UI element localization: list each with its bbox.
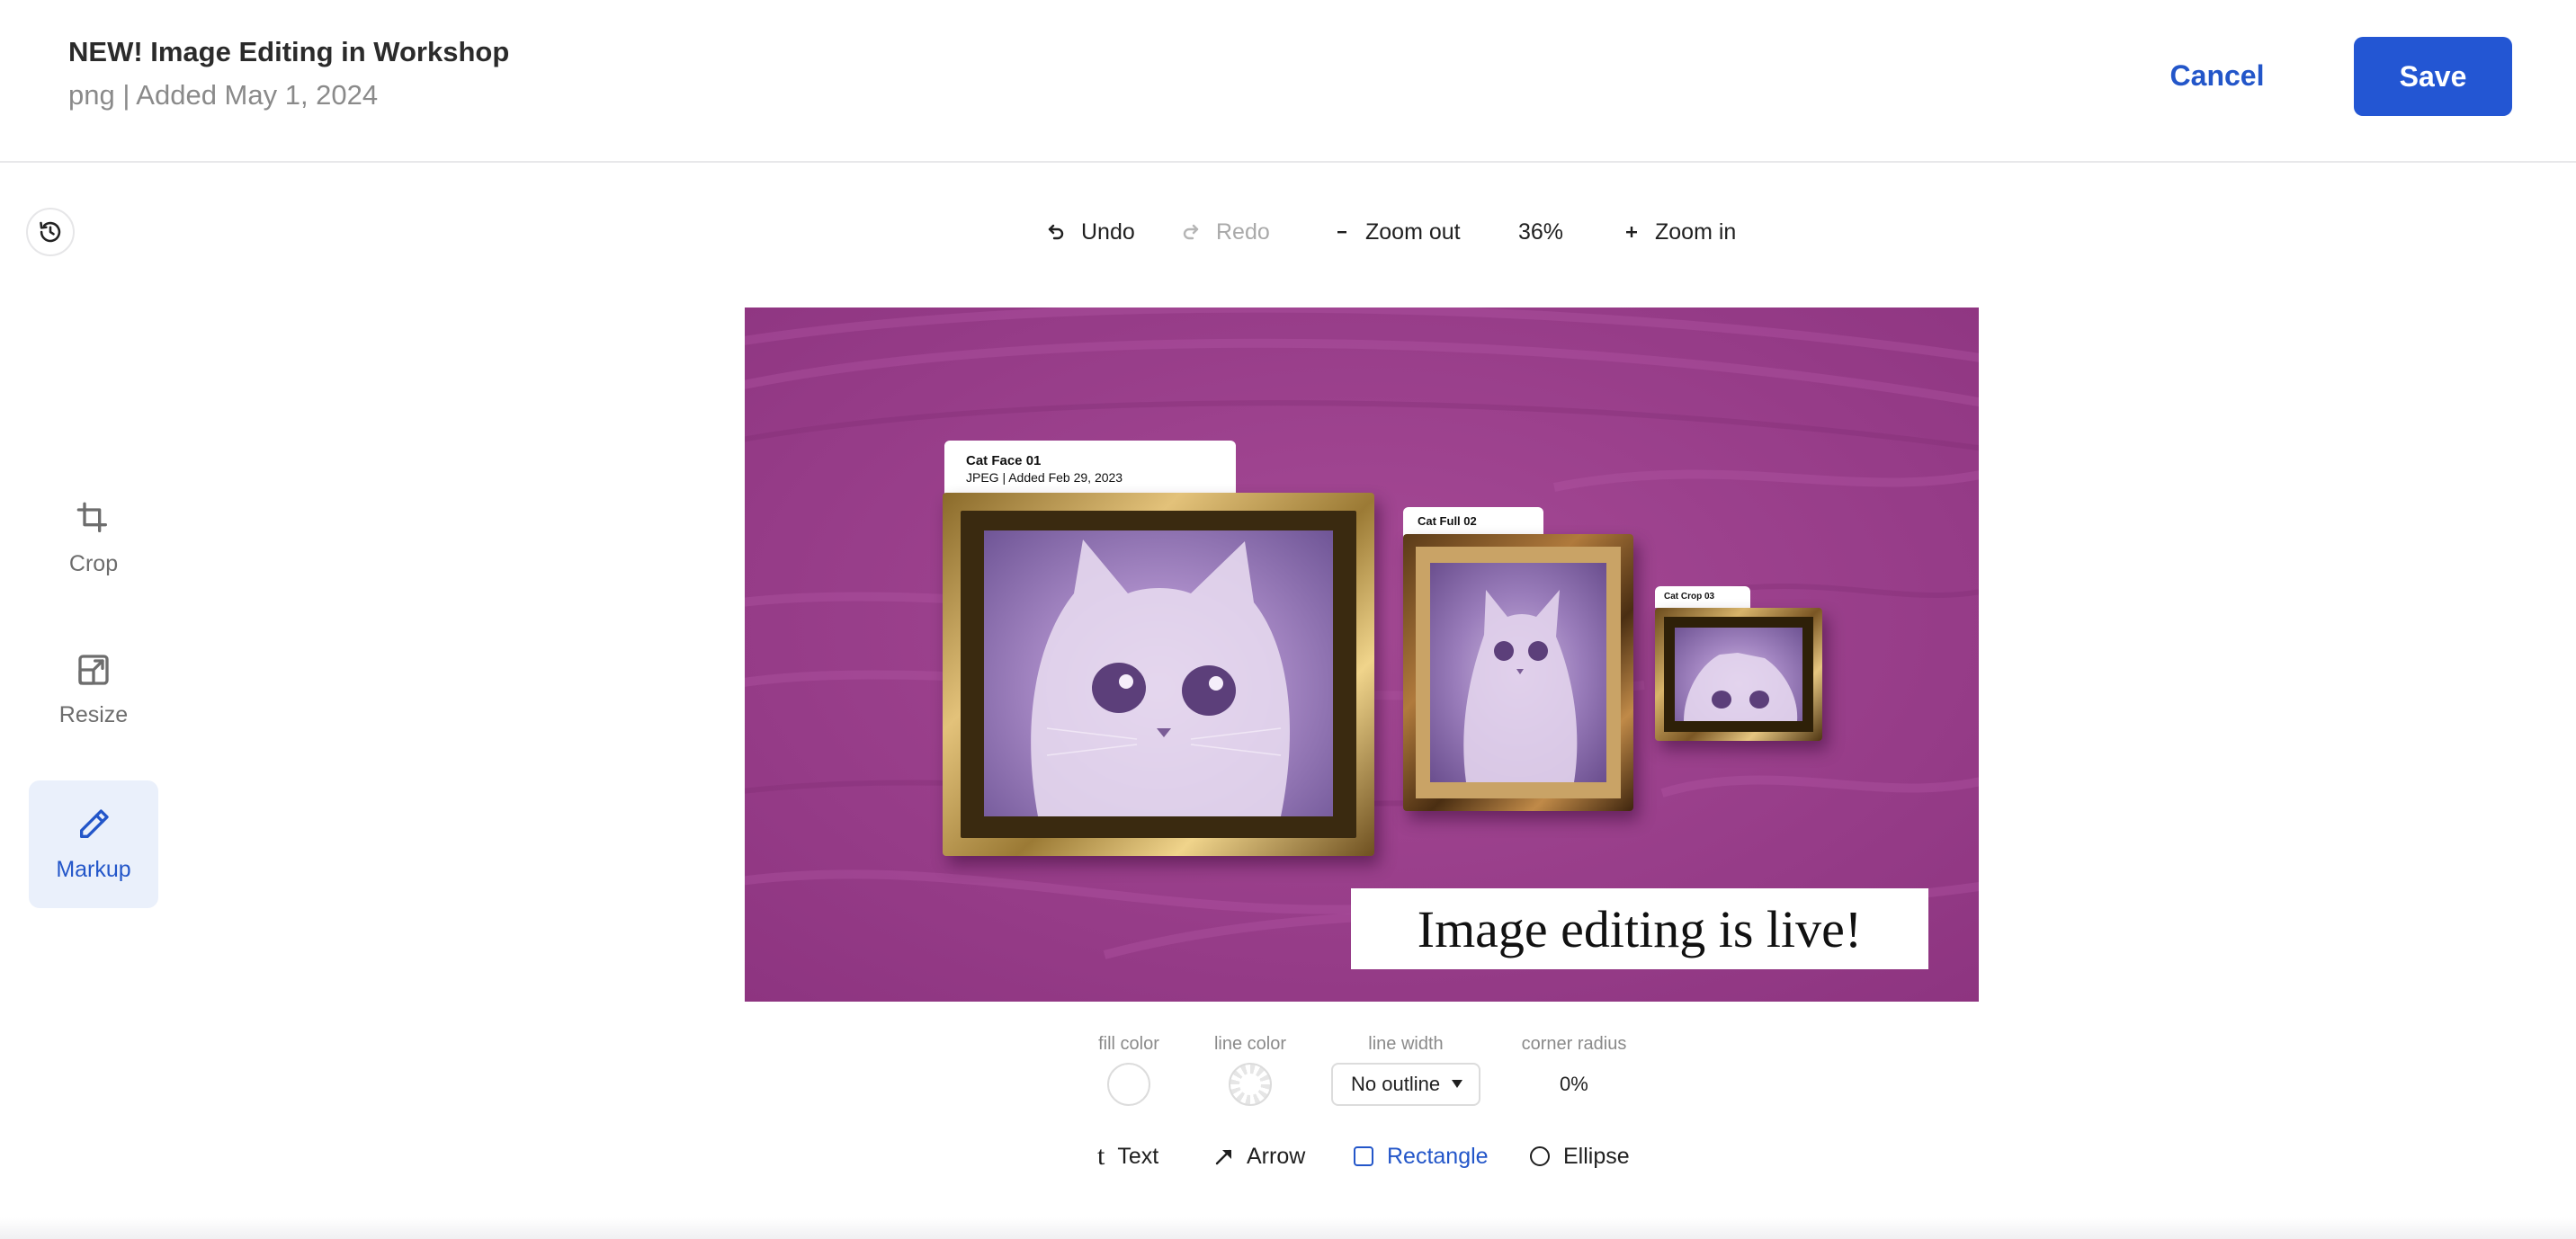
text-icon: t: [1097, 1141, 1105, 1171]
cat-full-illustration: [1463, 590, 1578, 782]
frame-2: [1403, 534, 1633, 811]
bottom-shadow: [0, 1217, 2576, 1239]
undo-icon: [1048, 224, 1064, 240]
fill-color-swatch[interactable]: [1107, 1063, 1150, 1106]
rectangle-tool[interactable]: Rectangle: [1353, 1136, 1489, 1176]
zoom-out-label: Zoom out: [1365, 218, 1461, 245]
frame-2-title: Cat Full 02: [1418, 514, 1477, 528]
crop-tool[interactable]: Crop: [29, 475, 158, 602]
line-color-swatch[interactable]: [1229, 1063, 1272, 1106]
frame-1-title: Cat Face 01: [966, 453, 1042, 468]
undo-button[interactable]: Undo: [1045, 212, 1135, 252]
ellipse-icon: [1530, 1146, 1550, 1166]
redo-button[interactable]: Redo: [1180, 212, 1270, 252]
cat-face-illustration: [1031, 539, 1290, 816]
cat-crop-illustration: [1684, 653, 1798, 721]
cancel-button[interactable]: Cancel: [2159, 38, 2276, 113]
corner-radius-value[interactable]: 0%: [1560, 1063, 1588, 1106]
fill-color-label: fill color: [1098, 1034, 1159, 1054]
arrow-tool[interactable]: Arrow: [1214, 1136, 1305, 1176]
redo-label: Redo: [1216, 218, 1270, 245]
line-width-label: line width: [1368, 1034, 1444, 1054]
save-button[interactable]: Save: [2354, 37, 2512, 116]
line-width-select[interactable]: No outline: [1331, 1063, 1480, 1106]
corner-radius-label: corner radius: [1521, 1034, 1627, 1054]
markup-label: Markup: [56, 856, 131, 882]
caption-text-box[interactable]: Image editing is live!: [1351, 888, 1928, 969]
file-meta: png | Added May 1, 2024: [68, 79, 379, 111]
history-icon: [40, 221, 61, 243]
zoom-out-button[interactable]: Zoom out: [1333, 212, 1461, 252]
crop-icon: [76, 502, 108, 532]
ellipse-tool-label: Ellipse: [1563, 1143, 1630, 1169]
plus-icon: [1626, 227, 1637, 237]
pencil-icon: [80, 808, 109, 838]
frame-2-tag: Cat Full 02: [1403, 507, 1543, 538]
crop-label: Crop: [68, 550, 119, 576]
zoom-in-label: Zoom in: [1655, 218, 1737, 245]
cat-full-photo: [1430, 563, 1606, 782]
frame-1: [943, 493, 1374, 856]
text-tool-label: Text: [1117, 1143, 1159, 1169]
line-color-label: line color: [1213, 1034, 1287, 1054]
editor-header: NEW! Image Editing in Workshop png | Add…: [0, 0, 2576, 163]
cat-crop-photo: [1675, 628, 1802, 721]
rectangle-icon: [1354, 1146, 1373, 1166]
redo-icon: [1183, 224, 1199, 240]
page-title: NEW! Image Editing in Workshop: [68, 36, 510, 67]
resize-label: Resize: [58, 701, 129, 727]
markup-tool[interactable]: Markup: [29, 780, 158, 908]
image-canvas[interactable]: Cat Face 01 JPEG | Added Feb 29, 2023 Ca…: [745, 308, 1979, 1002]
ellipse-tool[interactable]: Ellipse: [1529, 1136, 1630, 1176]
arrow-tool-label: Arrow: [1247, 1143, 1306, 1169]
history-button[interactable]: [26, 208, 75, 256]
frame-1-tag: Cat Face 01 JPEG | Added Feb 29, 2023: [944, 441, 1236, 496]
rectangle-tool-label: Rectangle: [1387, 1143, 1489, 1169]
zoom-in-button[interactable]: Zoom in: [1623, 212, 1736, 252]
line-width-value: No outline: [1351, 1073, 1441, 1095]
text-tool[interactable]: t Text: [1097, 1136, 1158, 1176]
caret-down-icon: [1452, 1080, 1462, 1088]
frame-1-meta: JPEG | Added Feb 29, 2023: [966, 470, 1123, 485]
zoom-level: 36%: [1518, 218, 1564, 245]
resize-tool[interactable]: Resize: [29, 626, 158, 753]
resize-icon: [78, 654, 109, 685]
cat-face-photo: [984, 530, 1333, 816]
undo-label: Undo: [1081, 218, 1135, 245]
minus-icon: [1337, 231, 1346, 234]
frame-3: [1655, 608, 1822, 741]
frame-3-title: Cat Crop 03: [1664, 592, 1715, 602]
frame-3-tag: Cat Crop 03: [1655, 586, 1750, 608]
arrow-icon: [1215, 1149, 1231, 1165]
